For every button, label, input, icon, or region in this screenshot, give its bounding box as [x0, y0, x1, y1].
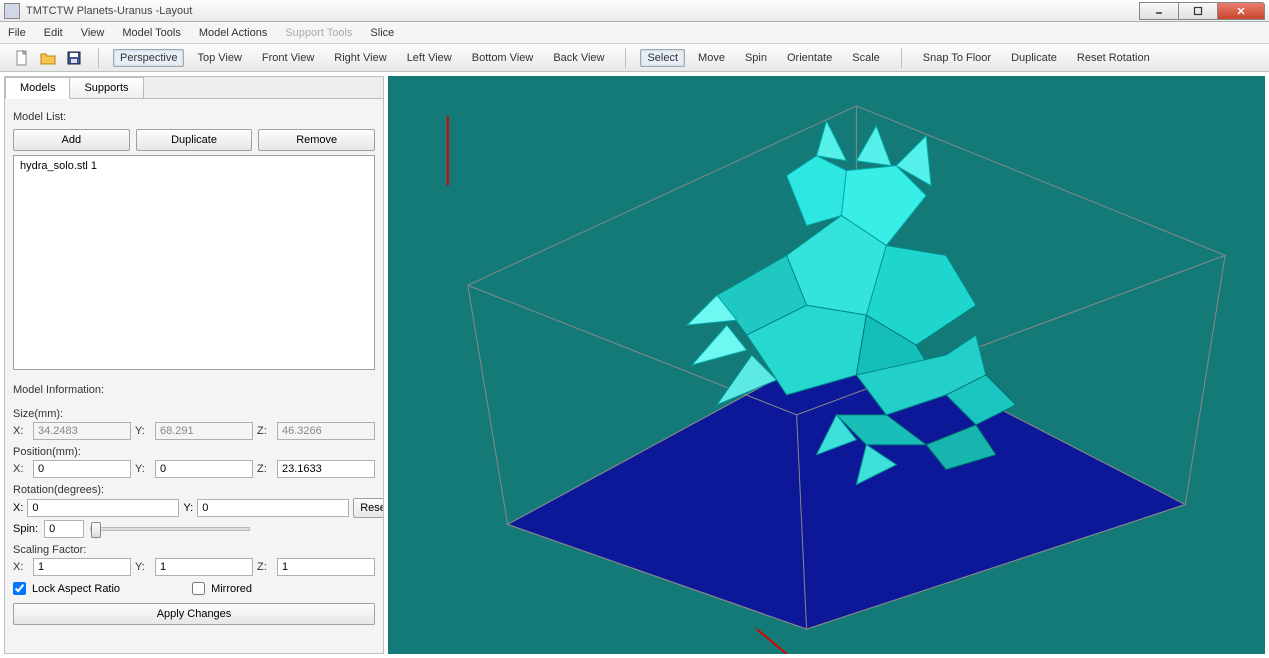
mode-spin[interactable]: Spin [738, 49, 774, 67]
mode-move[interactable]: Move [691, 49, 732, 67]
lock-aspect-label: Lock Aspect Ratio [32, 583, 120, 595]
model-info-label: Model Information: [13, 384, 375, 396]
menu-slice[interactable]: Slice [368, 25, 396, 41]
app-icon [4, 3, 20, 19]
menu-model-tools[interactable]: Model Tools [120, 25, 183, 41]
model-list[interactable]: hydra_solo.stl 1 [13, 155, 375, 370]
models-panel: Model List: Add Duplicate Remove hydra_s… [5, 98, 383, 653]
scale-y-input[interactable] [155, 558, 253, 576]
lock-aspect-checkbox[interactable] [13, 582, 26, 595]
open-file-icon[interactable] [38, 48, 58, 68]
tab-models[interactable]: Models [5, 77, 70, 99]
3d-viewport[interactable] [388, 76, 1265, 654]
scale-x-input[interactable] [33, 558, 131, 576]
maximize-button[interactable] [1178, 2, 1218, 20]
scaling-label: Scaling Factor: [13, 544, 375, 556]
axis-x [757, 629, 787, 654]
menu-edit[interactable]: Edit [42, 25, 65, 41]
menubar: File Edit View Model Tools Model Actions… [0, 22, 1269, 44]
menu-file[interactable]: File [6, 25, 28, 41]
mode-select[interactable]: Select [640, 49, 685, 67]
reset-rotation-button[interactable]: Reset Rotation [353, 498, 383, 518]
pos-z-label: Z: [257, 463, 273, 475]
scale-z-label: Z: [257, 561, 273, 573]
size-x-label: X: [13, 425, 29, 437]
scale-z-input[interactable] [277, 558, 375, 576]
tab-supports[interactable]: Supports [69, 77, 143, 99]
close-button[interactable] [1217, 2, 1265, 20]
pos-y-input[interactable] [155, 460, 253, 478]
menu-view[interactable]: View [79, 25, 107, 41]
minimize-button[interactable] [1139, 2, 1179, 20]
pos-y-label: Y: [135, 463, 151, 475]
size-z-input [277, 422, 375, 440]
mirrored-label: Mirrored [211, 583, 252, 595]
window-title: TMTCTW Planets-Uranus -Layout [26, 5, 1140, 17]
new-file-icon[interactable] [12, 48, 32, 68]
rot-x-input[interactable] [27, 499, 179, 517]
titlebar: TMTCTW Planets-Uranus -Layout [0, 0, 1269, 22]
size-z-label: Z: [257, 425, 273, 437]
scale-x-label: X: [13, 561, 29, 573]
spin-slider[interactable] [90, 527, 250, 531]
save-file-icon[interactable] [64, 48, 84, 68]
toolbar: Perspective Top View Front View Right Vi… [0, 44, 1269, 72]
build-plate [508, 335, 1186, 629]
size-y-label: Y: [135, 425, 151, 437]
size-y-input [155, 422, 253, 440]
view-front[interactable]: Front View [255, 49, 321, 67]
rotation-label: Rotation(degrees): [13, 484, 375, 496]
size-x-input [33, 422, 131, 440]
rot-x-label: X: [13, 502, 23, 514]
spin-input[interactable] [44, 520, 84, 538]
list-item[interactable]: hydra_solo.stl 1 [16, 158, 372, 174]
side-panel: Models Supports Model List: Add Duplicat… [4, 76, 384, 654]
view-top[interactable]: Top View [190, 49, 248, 67]
view-right[interactable]: Right View [327, 49, 393, 67]
duplicate-model-button[interactable]: Duplicate [136, 129, 253, 151]
apply-changes-button[interactable]: Apply Changes [13, 603, 375, 625]
add-model-button[interactable]: Add [13, 129, 130, 151]
pos-x-input[interactable] [33, 460, 131, 478]
action-reset-rotation[interactable]: Reset Rotation [1070, 49, 1157, 67]
mode-scale[interactable]: Scale [845, 49, 887, 67]
mode-orientate[interactable]: Orientate [780, 49, 839, 67]
mirrored-checkbox[interactable] [192, 582, 205, 595]
menu-support-tools: Support Tools [283, 25, 354, 41]
position-label: Position(mm): [13, 446, 375, 458]
action-duplicate[interactable]: Duplicate [1004, 49, 1064, 67]
scale-y-label: Y: [135, 561, 151, 573]
action-snap-to-floor[interactable]: Snap To Floor [916, 49, 998, 67]
rot-y-label: Y: [183, 502, 193, 514]
menu-model-actions[interactable]: Model Actions [197, 25, 269, 41]
spin-slider-thumb[interactable] [91, 522, 101, 538]
viewport-canvas [388, 76, 1265, 654]
pos-z-input[interactable] [277, 460, 375, 478]
spin-label: Spin: [13, 523, 38, 535]
main-area: Models Supports Model List: Add Duplicat… [0, 72, 1269, 658]
rot-y-input[interactable] [197, 499, 349, 517]
window-controls [1140, 2, 1265, 20]
pos-x-label: X: [13, 463, 29, 475]
remove-model-button[interactable]: Remove [258, 129, 375, 151]
side-tabs: Models Supports [5, 77, 383, 99]
view-perspective[interactable]: Perspective [113, 49, 184, 67]
view-bottom[interactable]: Bottom View [465, 49, 541, 67]
view-left[interactable]: Left View [400, 49, 459, 67]
model-list-label: Model List: [13, 111, 375, 123]
size-label: Size(mm): [13, 408, 375, 420]
view-back[interactable]: Back View [546, 49, 611, 67]
